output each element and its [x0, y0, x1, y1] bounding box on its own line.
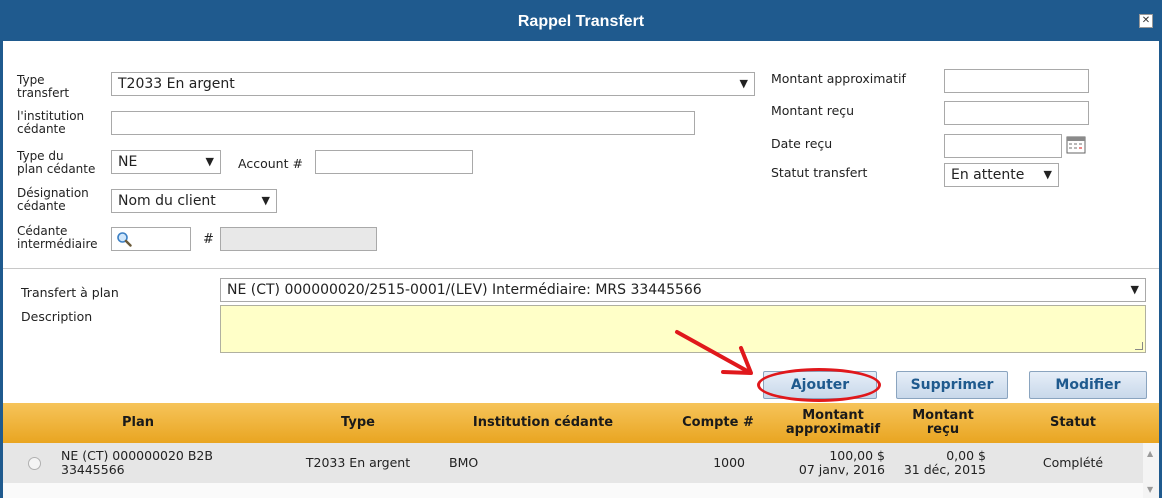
scroll-up-icon[interactable]: ▲	[1147, 449, 1153, 458]
column-header-montant-recu-line1: Montant	[912, 408, 974, 423]
hash-label: #	[203, 232, 214, 247]
type-plan-cedante-label-line2: plan cédante	[17, 162, 96, 176]
section-divider	[3, 268, 1159, 269]
table-scrollbar[interactable]: ▲ ▼	[1143, 443, 1159, 498]
institution-cedante-input[interactable]	[111, 111, 695, 135]
chevron-down-icon: ▼	[261, 194, 270, 207]
type-transfert-label: Type transfert	[17, 74, 69, 100]
statut-transfert-value: En attente	[951, 167, 1025, 183]
description-label: Description	[21, 309, 93, 324]
column-header-institution[interactable]: Institution cédante	[443, 403, 643, 443]
date-recu-input[interactable]	[944, 134, 1062, 158]
cedante-intermediaire-number-input	[220, 227, 377, 251]
type-plan-cedante-select[interactable]: NE ▼	[111, 150, 221, 174]
type-plan-cedante-value: NE	[118, 154, 138, 170]
cell-type: T2033 En argent	[305, 455, 411, 470]
institution-cedante-label: l'institution cédante	[17, 110, 84, 136]
modifier-button[interactable]: Modifier	[1029, 371, 1147, 399]
resize-handle-icon[interactable]	[1135, 342, 1143, 350]
column-header-type[interactable]: Type	[283, 403, 433, 443]
column-header-montant-approximatif[interactable]: Montant approximatif	[773, 403, 893, 443]
column-header-plan[interactable]: Plan	[53, 403, 223, 443]
transfert-a-plan-label: Transfert à plan	[21, 285, 119, 300]
column-header-statut[interactable]: Statut	[1013, 403, 1133, 443]
designation-cedante-value: Nom du client	[118, 193, 216, 209]
designation-cedante-label-line2: cédante	[17, 199, 66, 213]
account-label: Account #	[238, 156, 303, 171]
chevron-down-icon: ▼	[1130, 283, 1139, 296]
cell-statut: Complété	[1042, 455, 1104, 470]
chevron-down-icon: ▼	[739, 77, 748, 90]
montant-approximatif-label: Montant approximatif	[771, 71, 906, 86]
scroll-down-icon[interactable]: ▼	[1147, 485, 1153, 494]
transfert-a-plan-value: NE (CT) 000000020/2515-0001/(LEV) Interm…	[227, 282, 702, 298]
dialog-titlebar: Rappel Transfert ✕	[3, 3, 1159, 41]
close-icon[interactable]: ✕	[1139, 14, 1153, 28]
cell-montant-recu: 0,00 $ 31 déc, 2015	[888, 443, 986, 483]
rappel-transfert-dialog: Rappel Transfert ✕ Type transfert T2033 …	[0, 0, 1162, 498]
row-select-radio[interactable]	[28, 457, 41, 470]
cell-plan-line1: NE (CT) 000000020 B2B	[61, 448, 213, 463]
montant-approximatif-input[interactable]	[944, 69, 1089, 93]
institution-cedante-label-line2: cédante	[17, 122, 66, 136]
type-plan-cedante-label: Type du plan cédante	[17, 150, 95, 176]
cedante-intermediaire-search-input[interactable]	[111, 227, 191, 251]
table-empty-area	[3, 483, 1143, 498]
cell-institution: BMO	[449, 455, 479, 470]
montant-recu-label: Montant reçu	[771, 103, 855, 118]
cell-montant-approximatif-date: 07 janv, 2016	[798, 462, 885, 477]
account-input[interactable]	[315, 150, 473, 174]
table-row[interactable]: NE (CT) 000000020 B2B 33445566 T2033 En …	[3, 443, 1143, 483]
annotation-arrow-icon	[675, 330, 753, 375]
cell-compte: 1000	[713, 455, 745, 470]
cell-montant-recu-amount: 0,00 $	[946, 448, 986, 463]
cell-plan: NE (CT) 000000020 B2B 33445566	[61, 443, 271, 483]
supprimer-button[interactable]: Supprimer	[896, 371, 1008, 399]
dialog-title: Rappel Transfert	[517, 13, 645, 30]
column-header-montant-approximatif-line2: approximatif	[785, 422, 881, 437]
type-transfert-label-line2: transfert	[17, 86, 70, 100]
column-header-montant-approximatif-line1: Montant	[802, 408, 864, 423]
designation-cedante-select[interactable]: Nom du client ▼	[111, 189, 277, 213]
montant-recu-input[interactable]	[944, 101, 1089, 125]
statut-transfert-label: Statut transfert	[771, 165, 868, 180]
chevron-down-icon: ▼	[205, 155, 214, 168]
date-recu-label: Date reçu	[771, 136, 833, 151]
type-transfert-select[interactable]: T2033 En argent ▼	[111, 72, 755, 96]
search-icon[interactable]	[116, 231, 132, 247]
cedante-intermediaire-label: Cédante intermédiaire	[17, 225, 98, 251]
annotation-circle	[757, 368, 881, 402]
cell-montant-recu-date: 31 déc, 2015	[903, 462, 986, 477]
table-header: Plan Type Institution cédante Compte # M…	[3, 403, 1159, 443]
column-header-montant-recu-line2: reçu	[926, 422, 960, 437]
cell-plan-line2: 33445566	[61, 462, 125, 477]
statut-transfert-select[interactable]: En attente ▼	[944, 163, 1059, 187]
type-transfert-value: T2033 En argent	[118, 76, 235, 92]
cell-montant-approximatif: 100,00 $ 07 janv, 2016	[773, 443, 885, 483]
transfert-a-plan-select[interactable]: NE (CT) 000000020/2515-0001/(LEV) Interm…	[220, 278, 1146, 302]
calendar-icon[interactable]	[1066, 136, 1086, 154]
column-header-montant-recu[interactable]: Montant reçu	[893, 403, 993, 443]
column-header-compte[interactable]: Compte #	[663, 403, 773, 443]
designation-cedante-label: Désignation cédante	[17, 187, 89, 213]
cell-montant-approximatif-amount: 100,00 $	[829, 448, 885, 463]
cedante-intermediaire-label-line2: intermédiaire	[17, 237, 98, 251]
chevron-down-icon: ▼	[1043, 168, 1052, 181]
